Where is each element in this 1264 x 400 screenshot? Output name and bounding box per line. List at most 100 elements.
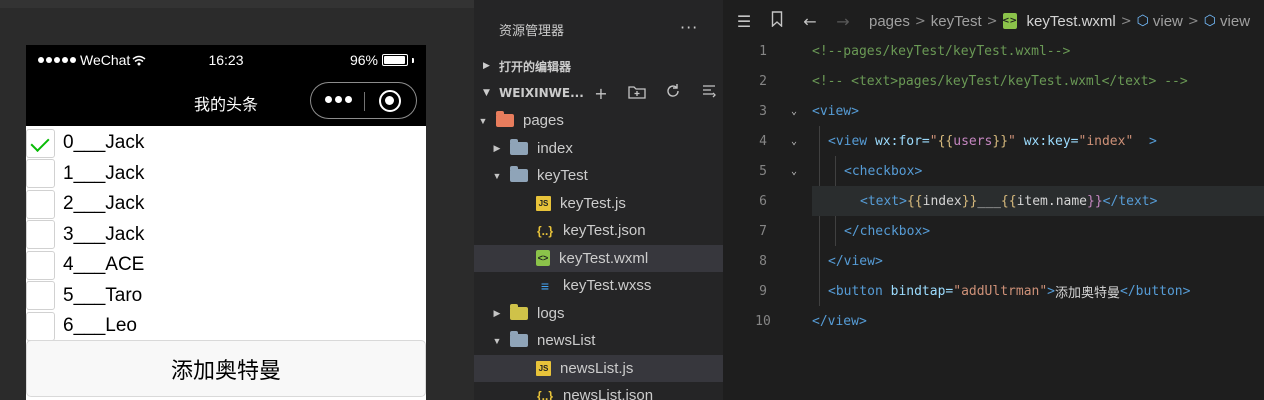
line-number: 3 <box>759 103 767 119</box>
tree-item[interactable]: ▶ logs <box>474 300 723 327</box>
more-icon[interactable] <box>325 96 352 103</box>
tree-item[interactable]: ▼ newsList <box>474 327 723 354</box>
battery-percent: 96% <box>349 52 378 68</box>
list-item[interactable]: 0___Jack <box>26 128 426 159</box>
close-miniprogram-icon[interactable] <box>379 90 401 112</box>
tree-indent: ▼ <box>474 116 496 126</box>
tree-item-label: keyTest.js <box>560 194 626 212</box>
breadcrumb-pages[interactable]: pages <box>869 13 910 30</box>
fold-chevron-icon[interactable]: ⌄ <box>787 106 801 117</box>
new-file-icon[interactable]: + <box>590 84 612 103</box>
list-item[interactable]: 4___ACE <box>26 250 426 281</box>
list-item-label: 1___Jack <box>63 162 145 184</box>
fold-chevron-icon[interactable]: ⌄ <box>787 136 801 147</box>
battery-level <box>384 56 406 64</box>
new-folder-icon[interactable] <box>626 84 648 103</box>
checkbox[interactable] <box>26 128 55 158</box>
checkbox[interactable] <box>26 250 55 280</box>
code-brace: {{ <box>906 193 923 209</box>
tree-item-label: newsList.json <box>563 387 654 400</box>
line-number: 10 <box>755 313 771 329</box>
list-item[interactable]: 5___Taro <box>26 281 426 312</box>
chevron-down-icon[interactable]: ▼ <box>490 336 504 346</box>
code-line: 3 ⌄ <view> <box>723 96 1264 126</box>
code-brace: {{ <box>1000 193 1017 209</box>
simulator-toolbar-strip <box>0 0 474 8</box>
bookmark-icon[interactable] <box>765 11 789 31</box>
tree-item[interactable]: JS keyTest.js <box>474 190 723 217</box>
code-brace: }} <box>961 193 978 209</box>
tree-item-label: pages <box>523 112 564 129</box>
chevron-down-icon[interactable]: ▼ <box>490 171 504 181</box>
open-editors-section[interactable]: ▶ 打开的编辑器 <box>474 53 723 79</box>
checkbox[interactable] <box>26 311 55 341</box>
breadcrumb-separator-icon: > <box>1187 13 1199 29</box>
list-item[interactable]: 1___Jack <box>26 159 426 190</box>
code-tag: <text> <box>860 193 907 209</box>
tree-item[interactable]: ▶ index <box>474 135 723 162</box>
capsule-menu <box>310 82 417 119</box>
tree-item[interactable]: {..} keyTest.json <box>474 217 723 244</box>
code-string: "index" <box>1078 133 1134 149</box>
list-item[interactable]: 3___Jack <box>26 220 426 251</box>
code-brace: }} <box>1087 193 1103 209</box>
tree-item-label: keyTest <box>537 167 588 184</box>
add-ultraman-button[interactable]: 添加奥特曼 <box>26 340 426 397</box>
tree-item-label: logs <box>537 304 565 322</box>
tree-item[interactable]: {..} newsList.json <box>474 382 723 400</box>
explorer-panel: 资源管理器 ··· ▶ 打开的编辑器 ▼ WEIXINWE... + ▼ page… <box>474 0 723 400</box>
breadcrumb-file[interactable]: keyTest.wxml <box>1027 13 1116 30</box>
explorer-more-icon[interactable]: ··· <box>680 18 698 37</box>
tree-item[interactable]: ≡ keyTest.wxss <box>474 272 723 299</box>
tree-item[interactable]: ▼ keyTest <box>474 162 723 189</box>
breadcrumb-keytest[interactable]: keyTest <box>931 13 982 30</box>
list-item-label: 3___Jack <box>63 223 145 245</box>
tree-item[interactable]: <> keyTest.wxml <box>474 244 723 272</box>
code-tag: <view <box>828 133 868 149</box>
code-tag: </text> <box>1102 193 1158 209</box>
code-text: 添加奥特曼 <box>1055 285 1121 301</box>
breadcrumb-view[interactable]: view <box>1153 13 1183 30</box>
code-line: 7 </checkbox> <box>723 216 1264 246</box>
checkbox[interactable] <box>26 159 55 189</box>
project-section[interactable]: ▼ WEIXINWE... + <box>474 80 723 106</box>
list-item[interactable]: 6___Leo <box>26 311 426 342</box>
explorer-actions: + <box>590 80 720 106</box>
code-line: 9 <button bindtap= "addUltrman" > 添加奥特曼 </bu… <box>723 276 1264 306</box>
chevron-right-icon[interactable]: ▶ <box>490 143 504 154</box>
folder-icon <box>510 331 528 349</box>
code-tag: <checkbox> <box>844 163 923 179</box>
refresh-icon[interactable] <box>662 83 684 103</box>
tree-item[interactable]: ▼ pages <box>474 107 723 134</box>
code-tag: <view> <box>812 103 859 119</box>
breadcrumb-view-inner[interactable]: view <box>1220 13 1250 30</box>
chevron-right-icon[interactable]: ▶ <box>490 308 504 319</box>
code-expr: item.name <box>1016 193 1088 209</box>
checkbox[interactable] <box>26 281 55 311</box>
code-area[interactable]: 1 <!--pages/keyTest/keyTest.wxml--> 2 <!… <box>723 36 1264 336</box>
forward-arrow-icon[interactable]: → <box>831 12 855 31</box>
element-cube-icon: ⬡ <box>1203 13 1217 29</box>
fold-chevron-icon[interactable]: ⌄ <box>787 166 801 177</box>
status-bar: WeChat 16:23 96% <box>26 45 426 75</box>
list-item-label: 6___Leo <box>63 315 137 337</box>
breadcrumb-separator-icon: > <box>986 13 998 29</box>
code-comment: <!--pages/keyTest/keyTest.wxml--> <box>812 43 1071 59</box>
collapse-all-icon[interactable] <box>698 83 720 103</box>
list-item-label: 4___ACE <box>63 254 145 276</box>
line-number: 4 <box>759 133 767 149</box>
checkbox[interactable] <box>26 220 55 250</box>
line-number: 1 <box>759 43 767 59</box>
code-tag: > <box>1133 133 1157 149</box>
open-editors-label: 打开的编辑器 <box>499 59 572 74</box>
back-arrow-icon[interactable]: ← <box>798 12 822 31</box>
code-tag: </button> <box>1120 283 1191 299</box>
code-string: "addUltrman" <box>953 283 1048 299</box>
tree-item[interactable]: JS newsList.js <box>474 354 723 382</box>
list-icon[interactable]: ☰ <box>732 12 756 31</box>
list-item[interactable]: 2___Jack <box>26 189 426 220</box>
code-line: 5 ⌄ <checkbox> <box>723 156 1264 186</box>
chevron-down-icon[interactable]: ▼ <box>476 116 490 126</box>
user-list: 0___Jack 1___Jack 2___Jack 3___Jack 4___ACE 5… <box>26 128 426 342</box>
checkbox[interactable] <box>26 189 55 219</box>
